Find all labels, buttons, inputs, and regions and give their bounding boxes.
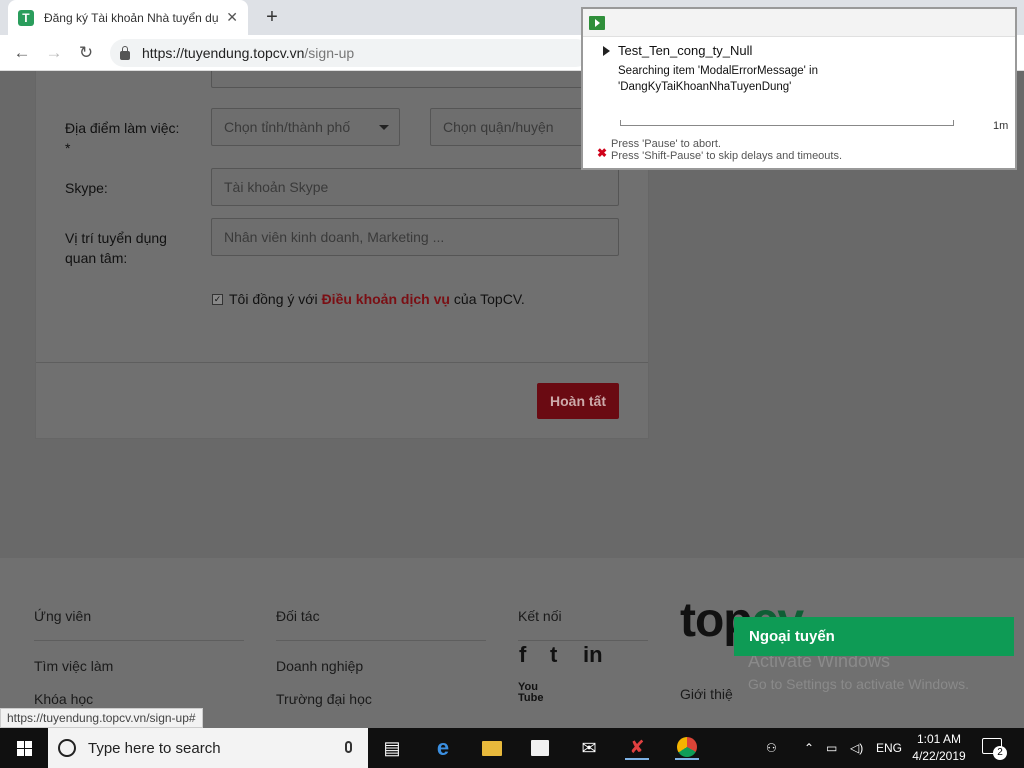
skype-placeholder: Tài khoản Skype xyxy=(224,179,329,195)
back-arrow-icon[interactable]: ← xyxy=(10,41,34,65)
edge-browser-icon[interactable]: e xyxy=(431,735,455,760)
hint-abort: Press 'Pause' to abort. xyxy=(611,138,721,150)
work-position-field[interactable] xyxy=(211,71,619,88)
overlay-header xyxy=(583,9,1015,37)
offline-chat-widget[interactable]: Ngoại tuyến xyxy=(734,617,1014,656)
hint-skip: Press 'Shift-Pause' to skip delays and t… xyxy=(611,150,843,162)
footer-link-find-jobs[interactable]: Tìm việc làm xyxy=(34,658,113,674)
footer-divider xyxy=(276,640,486,641)
signup-form-card: Địa điểm làm việc: * Chọn tỉnh/thành phố… xyxy=(35,71,649,439)
activate-windows-watermark: Activate Windows Go to Settings to activ… xyxy=(748,651,969,692)
status-bar-url: https://tuyendung.topcv.vn/sign-up# xyxy=(0,708,203,728)
location-label: Địa điểm làm việc: xyxy=(65,120,180,136)
task-view-icon[interactable]: ▤ xyxy=(380,736,404,760)
status-line-2: 'DangKyTaiKhoanNhaTuyenDung' xyxy=(618,81,792,93)
mail-icon[interactable]: ✉ xyxy=(577,736,601,760)
address-bar[interactable]: https://tuyendung.topcv.vn/sign-up xyxy=(110,39,590,67)
microphone-icon[interactable] xyxy=(345,741,352,753)
footer-link-business[interactable]: Doanh nghiệp xyxy=(276,658,363,674)
cortana-icon xyxy=(58,739,76,757)
browser-tab[interactable]: T Đăng ký Tài khoản Nhà tuyển dụ ✕ xyxy=(8,0,248,35)
linkedin-icon[interactable]: in xyxy=(583,642,603,668)
form-divider xyxy=(36,362,648,363)
footer-divider xyxy=(518,640,648,641)
test-case-item[interactable]: Test_Ten_cong_ty_Null xyxy=(603,43,752,58)
clock-time: 1:01 AM xyxy=(916,732,962,746)
taskbar-search-box[interactable]: Type here to search xyxy=(48,728,368,768)
required-mark: * xyxy=(65,140,71,156)
agree-checkbox[interactable]: ✓ xyxy=(212,293,223,305)
tray-chevron-up-icon[interactable]: ⌃ xyxy=(804,728,814,768)
city-select[interactable]: Chọn tỉnh/thành phố xyxy=(211,108,400,146)
terms-agreement: ✓ Tôi đồng ý với Điều khoản dịch vụ của … xyxy=(212,291,525,307)
footer-partners-title: Đối tác xyxy=(276,608,320,624)
abort-x-icon[interactable]: ✖ xyxy=(597,146,607,160)
chevron-down-icon xyxy=(379,125,389,130)
windows-logo-icon xyxy=(16,740,32,756)
new-tab-button[interactable]: + xyxy=(260,5,284,29)
people-icon[interactable]: ⚇ xyxy=(766,728,777,768)
youtube-icon[interactable]: You Tube xyxy=(518,682,544,704)
agree-prefix: Tôi đồng ý với xyxy=(229,291,318,307)
facebook-icon[interactable]: f xyxy=(519,642,526,668)
test-case-name: Test_Ten_cong_ty_Null xyxy=(618,43,753,58)
district-select-value: Chọn quận/huyện xyxy=(443,119,554,135)
status-line-1: Searching item 'ModalErrorMessage' in xyxy=(618,65,818,77)
test-runner-overlay: Test_Ten_cong_ty_Null Searching item 'Mo… xyxy=(581,7,1017,170)
footer-link-courses[interactable]: Khóa học xyxy=(34,691,93,707)
url-host: https://tuyendung.topcv.vn xyxy=(142,45,305,61)
overlay-hints: Press 'Pause' to abort. Press 'Shift-Pau… xyxy=(611,138,842,162)
store-icon[interactable] xyxy=(528,736,552,760)
test-status: Searching item 'ModalErrorMessage' in 'D… xyxy=(618,63,878,95)
input-language[interactable]: ENG xyxy=(876,728,902,768)
activate-subtitle: Go to Settings to activate Windows. xyxy=(748,676,969,692)
volume-icon[interactable]: ◁) xyxy=(850,728,863,768)
footer-link-about[interactable]: Giới thiệ xyxy=(680,686,733,702)
search-placeholder: Type here to search xyxy=(88,739,221,757)
footer-link-universities[interactable]: Trường đại học xyxy=(276,691,372,707)
forward-arrow-icon[interactable]: → xyxy=(42,41,66,65)
lock-icon xyxy=(120,45,130,60)
url-path: /sign-up xyxy=(304,45,355,61)
position-placeholder: Nhân viên kinh doanh, Marketing ... xyxy=(224,229,445,245)
position-input[interactable]: Nhân viên kinh doanh, Marketing ... xyxy=(211,218,619,256)
start-button[interactable] xyxy=(0,728,48,768)
notification-count-badge: 2 xyxy=(993,746,1007,760)
elapsed-time: 1m xyxy=(993,120,1009,132)
run-play-icon xyxy=(589,16,605,30)
skype-label: Skype: xyxy=(65,180,108,196)
topcv-favicon-icon: T xyxy=(18,9,34,26)
skype-input[interactable]: Tài khoản Skype xyxy=(211,168,619,206)
chrome-icon[interactable] xyxy=(675,736,699,760)
tab-close-icon[interactable]: ✕ xyxy=(226,9,238,26)
city-select-value: Chọn tỉnh/thành phố xyxy=(224,119,351,135)
system-clock[interactable]: 1:01 AM 4/22/2019 xyxy=(908,731,970,765)
clock-date: 4/22/2019 xyxy=(912,749,966,763)
twitter-icon[interactable]: t xyxy=(550,642,557,668)
timeout-progress-bar xyxy=(620,120,954,126)
footer-connect-title: Kết nối xyxy=(518,608,562,624)
ranorex-icon[interactable]: ✘ xyxy=(625,736,649,760)
footer-candidates-title: Ứng viên xyxy=(34,608,92,624)
network-icon[interactable]: ▭ xyxy=(826,728,837,768)
terms-link[interactable]: Điều khoản dịch vụ xyxy=(322,291,450,307)
reload-icon[interactable]: ↻ xyxy=(74,41,98,65)
windows-taskbar: Type here to search ▤ e ✉ ✘ ⚇ ⌃ ▭ ◁) ENG… xyxy=(0,728,1024,768)
footer-divider xyxy=(34,640,244,641)
complete-button[interactable]: Hoàn tất xyxy=(537,383,619,419)
file-explorer-icon[interactable] xyxy=(480,736,504,760)
agree-suffix: của TopCV. xyxy=(453,291,525,307)
expand-triangle-icon[interactable] xyxy=(603,45,610,56)
tab-title: Đăng ký Tài khoản Nhà tuyển dụ xyxy=(43,10,219,25)
position-label: Vị trí tuyển dụng quan tâm: xyxy=(65,230,167,266)
